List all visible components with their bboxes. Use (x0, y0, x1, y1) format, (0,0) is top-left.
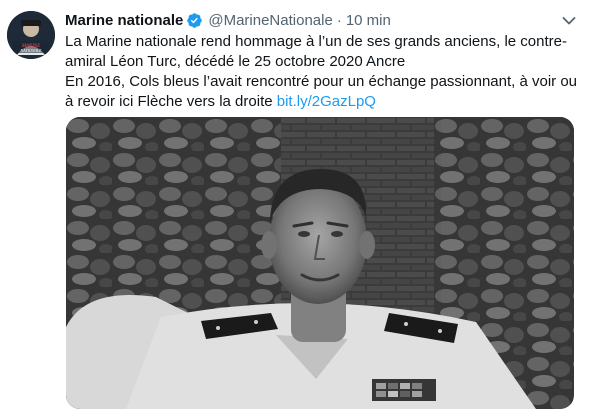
verified-badge-icon (186, 12, 203, 29)
tweet-header: Marine nationale @MarineNationale · 10 m… (65, 10, 391, 30)
photo-image (66, 117, 574, 409)
tweet-card[interactable]: MARINE NATIONALE Marine nationale @Marin… (0, 0, 593, 409)
separator-dot: · (336, 11, 342, 29)
tweet-text-line: à revoir ici Flèche vers la droite (65, 93, 277, 110)
author-avatar[interactable]: MARINE NATIONALE (7, 11, 55, 59)
more-options-button[interactable] (559, 12, 579, 30)
tweet-text-line-with-link: à revoir ici Flèche vers la droite bit.l… (65, 92, 570, 112)
svg-text:NATIONALE: NATIONALE (19, 48, 42, 53)
chevron-down-icon (562, 17, 576, 25)
author-handle[interactable]: @MarineNationale (208, 12, 332, 29)
avatar-image: MARINE NATIONALE (7, 11, 55, 59)
tweet-text: La Marine nationale rend hommage à l’un … (65, 32, 577, 112)
tweet-link[interactable]: bit.ly/2GazLpQ (277, 93, 376, 110)
tweet-text-line: amiral Léon Turc, décédé le 25 octobre 2… (65, 53, 406, 70)
tweet-timestamp[interactable]: 10 min (346, 12, 391, 29)
tweet-photo[interactable] (66, 117, 574, 409)
author-name[interactable]: Marine nationale (65, 12, 183, 29)
tweet-text-line: La Marine nationale rend hommage à l’un … (65, 33, 567, 50)
tweet-text-line: En 2016, Cols bleus l’avait rencontré po… (65, 73, 577, 90)
